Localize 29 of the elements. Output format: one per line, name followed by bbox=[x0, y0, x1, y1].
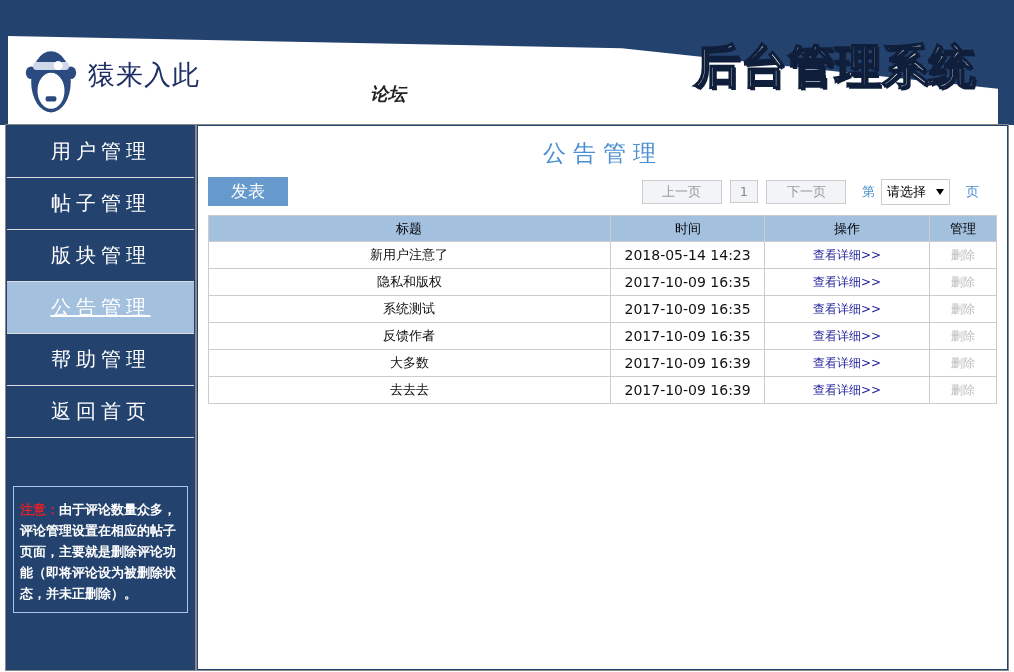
table-cell: 2017-10-09 16:35 bbox=[610, 295, 765, 323]
page-number: 1 bbox=[729, 180, 758, 203]
page-prefix-label: 第 bbox=[862, 182, 875, 201]
table-cell: 大多数 bbox=[208, 349, 611, 377]
table-cell: 去去去 bbox=[208, 376, 611, 404]
page-select[interactable]: 请选择 bbox=[881, 178, 950, 205]
table-cell: 2017-10-09 16:39 bbox=[610, 349, 765, 377]
sidebar-item[interactable]: 帮助管理 bbox=[7, 334, 194, 386]
column-header: 操作 bbox=[764, 215, 930, 242]
brand-name: 猿来入此 bbox=[88, 58, 200, 92]
page-suffix-label: 页 bbox=[966, 182, 979, 201]
table-cell: 隐私和版权 bbox=[208, 268, 611, 296]
table-cell: 系统测试 bbox=[208, 295, 611, 323]
section-title: 论坛 bbox=[370, 82, 406, 106]
sidebar-item[interactable]: 返回首页 bbox=[7, 386, 194, 438]
table-cell: 2017-10-09 16:35 bbox=[610, 322, 765, 350]
column-header: 管理 bbox=[929, 215, 997, 242]
sidebar-item[interactable]: 帖子管理 bbox=[7, 178, 194, 230]
table-cell: 2017-10-09 16:39 bbox=[610, 376, 765, 404]
column-header: 标题 bbox=[208, 215, 611, 242]
table-cell: 反馈作者 bbox=[208, 322, 611, 350]
sidebar-item[interactable]: 用户管理 bbox=[7, 126, 194, 178]
notice-text: 注意：由于评论数量众多，评论管理设置在相应的帖子页面，主要就是删除评论功能（即将评论设为被删除状态，并未正删除）。 bbox=[13, 486, 188, 613]
table-cell: 2017-10-09 16:35 bbox=[610, 268, 765, 296]
table-cell: 2018-05-14 14:23 bbox=[610, 241, 765, 269]
dropdown-caret-icon bbox=[936, 188, 944, 195]
page-title: 公告管理 bbox=[541, 139, 664, 168]
table-cell: 新用户注意了 bbox=[208, 241, 611, 269]
column-header: 时间 bbox=[610, 215, 765, 242]
